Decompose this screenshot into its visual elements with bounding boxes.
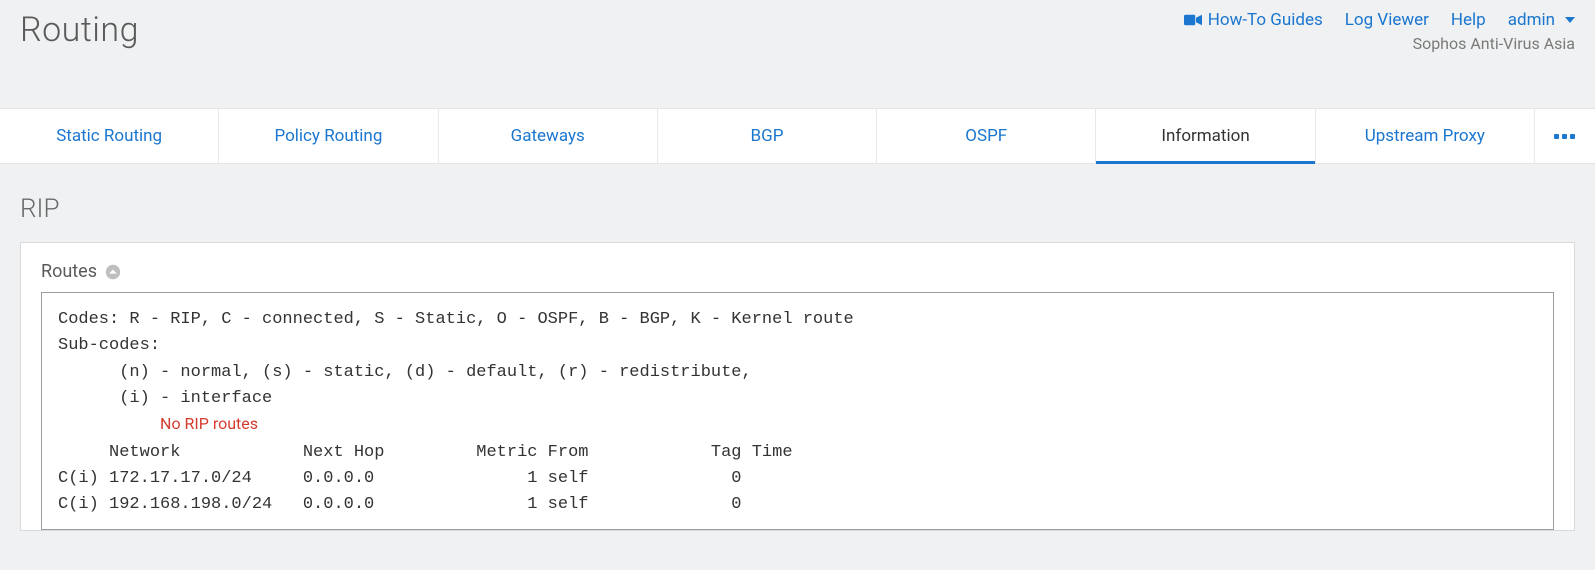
org-label: Sophos Anti-Virus Asia bbox=[1184, 34, 1575, 53]
log-viewer-link[interactable]: Log Viewer bbox=[1345, 10, 1429, 30]
howto-guides-link[interactable]: How-To Guides bbox=[1184, 10, 1323, 30]
user-menu[interactable]: admin bbox=[1508, 10, 1575, 30]
tabs: Static RoutingPolicy RoutingGatewaysBGPO… bbox=[0, 108, 1595, 164]
more-icon bbox=[1554, 134, 1575, 139]
howto-guides-label: How-To Guides bbox=[1208, 10, 1323, 30]
no-rip-routes-msg: No RIP routes bbox=[160, 414, 258, 433]
rip-panel: Routes Codes: R - RIP, C - connected, S … bbox=[20, 242, 1575, 531]
tab-policy-routing[interactable]: Policy Routing bbox=[219, 109, 438, 163]
help-link[interactable]: Help bbox=[1451, 10, 1486, 30]
panel-header-routes[interactable]: Routes bbox=[41, 261, 1554, 282]
caret-down-icon bbox=[1561, 17, 1575, 23]
tab-ospf[interactable]: OSPF bbox=[877, 109, 1096, 163]
tab-gateways[interactable]: Gateways bbox=[439, 109, 658, 163]
page-title: Routing bbox=[20, 10, 139, 50]
routes-output: Codes: R - RIP, C - connected, S - Stati… bbox=[41, 292, 1554, 530]
panel-header-label: Routes bbox=[41, 261, 97, 282]
tab-information[interactable]: Information bbox=[1096, 109, 1315, 163]
tab-overflow[interactable] bbox=[1535, 109, 1595, 163]
tab-upstream-proxy[interactable]: Upstream Proxy bbox=[1316, 109, 1535, 163]
tab-bgp[interactable]: BGP bbox=[658, 109, 877, 163]
section-title-rip: RIP bbox=[20, 194, 1575, 224]
chevron-up-icon bbox=[105, 264, 121, 280]
tab-static-routing[interactable]: Static Routing bbox=[0, 109, 219, 163]
user-label: admin bbox=[1508, 10, 1555, 30]
video-icon bbox=[1184, 13, 1202, 27]
